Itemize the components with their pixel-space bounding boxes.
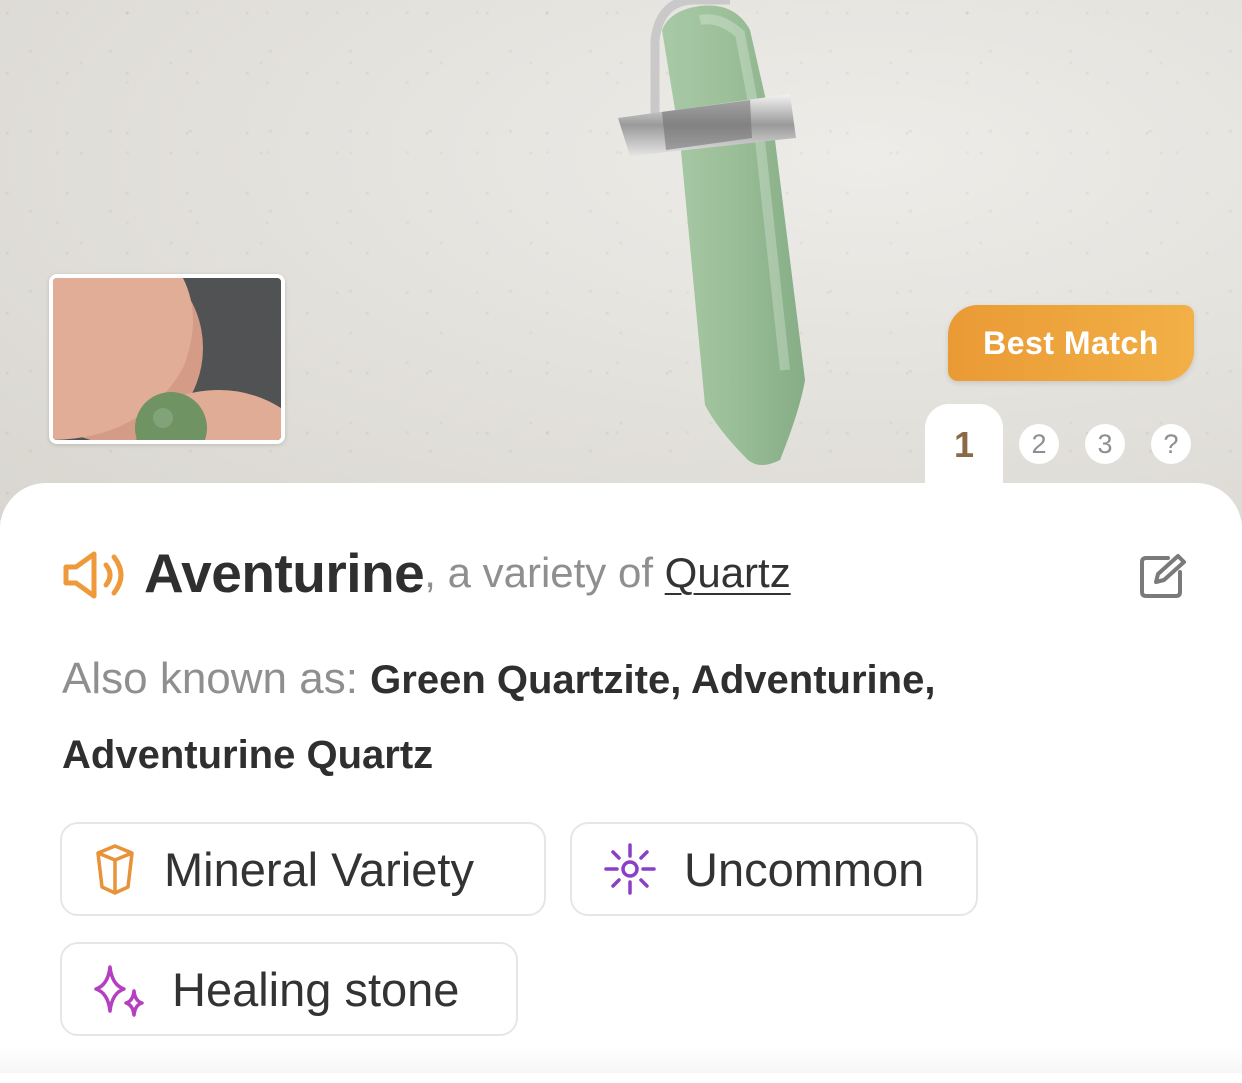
sparkle-burst-icon — [604, 843, 656, 895]
mineral-name: Aventurine — [144, 542, 425, 604]
edit-icon[interactable] — [1138, 552, 1186, 600]
parent-mineral-link[interactable]: Quartz — [665, 549, 791, 597]
sparkles-icon — [94, 965, 144, 1017]
user-photo-thumbnail[interactable] — [49, 274, 285, 444]
bottom-divider — [0, 1048, 1242, 1073]
speaker-icon[interactable] — [60, 549, 126, 601]
aventurine-pendant-image — [618, 0, 805, 465]
crystal-icon — [96, 844, 134, 895]
tag-label: Healing stone — [172, 962, 460, 1016]
tab-2[interactable]: 2 — [1019, 424, 1059, 464]
variety-text: , a variety of — [424, 549, 665, 596]
tag-label: Uncommon — [684, 842, 925, 896]
best-match-badge: Best Match — [948, 305, 1194, 381]
also-known-as: Also known as: Green Quartzite, Adventur… — [62, 642, 1162, 792]
tab-1[interactable]: 1 — [925, 404, 1003, 488]
tab-help[interactable]: ? — [1151, 424, 1191, 464]
tag-label: Mineral Variety — [164, 842, 474, 896]
tab-3[interactable]: 3 — [1085, 424, 1125, 464]
aka-label: Also known as: — [62, 654, 371, 703]
tag-uncommon[interactable]: Uncommon — [570, 822, 978, 916]
result-tabs: 1 2 3 ? — [925, 404, 1225, 488]
thumbnail-image — [53, 278, 281, 440]
result-title-row: Aventurine, a variety of Quartz — [60, 533, 791, 613]
tag-healing-stone[interactable]: Healing stone — [60, 942, 518, 1036]
tag-mineral-variety[interactable]: Mineral Variety — [60, 822, 546, 916]
